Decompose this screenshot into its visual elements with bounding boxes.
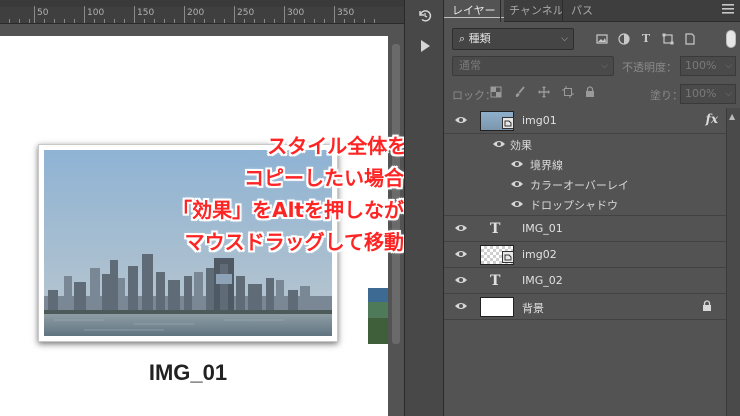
ruler-number: 150 bbox=[137, 8, 155, 18]
ruler-number: 250 bbox=[237, 8, 255, 18]
filter-kind-label: 種類 bbox=[468, 32, 491, 45]
img02-photo-partial[interactable] bbox=[368, 288, 388, 344]
chevron-down-icon: ⌵ bbox=[725, 61, 732, 71]
lock-icon bbox=[702, 300, 712, 312]
ruler-number: 200 bbox=[187, 8, 205, 18]
tab-layers[interactable]: レイヤー bbox=[444, 0, 504, 23]
layer-name[interactable]: IMG_01 bbox=[522, 222, 563, 235]
effect-label[interactable]: 境界線 bbox=[530, 157, 563, 173]
layer-row-img02[interactable]: img02 bbox=[444, 242, 726, 268]
effects-header-row[interactable]: 効果 bbox=[444, 134, 726, 154]
search-icon: ⌕ bbox=[459, 32, 466, 45]
layer-name[interactable]: img01 bbox=[522, 114, 557, 127]
filter-kind-select[interactable]: ⌕ 種類 ⌵ bbox=[452, 28, 574, 50]
fill-input[interactable]: 100% ⌵ bbox=[680, 84, 736, 104]
smart-object-icon bbox=[498, 245, 514, 265]
annotation-line: 「効果」をAltを押しながら bbox=[172, 198, 424, 222]
blend-row: 通常 ⌵ 不透明度： 100% ⌵ bbox=[444, 56, 740, 78]
document-tab-bar[interactable] bbox=[0, 0, 404, 7]
annotation-line: コピーしたい場合は bbox=[244, 166, 424, 190]
text-layer-icon: T bbox=[490, 273, 501, 289]
type-filter-icon[interactable]: T bbox=[640, 33, 652, 45]
panel-tool-strip bbox=[404, 0, 444, 416]
annotation-line: スタイル全体を→ bbox=[267, 134, 424, 158]
opacity-label: 不透明度： bbox=[622, 61, 677, 74]
scroll-up-icon[interactable]: ▲ bbox=[729, 112, 735, 121]
layer-thumbnail bbox=[480, 297, 514, 317]
fill-value: 100% bbox=[685, 87, 717, 100]
eye-icon[interactable] bbox=[510, 199, 524, 209]
lock-transparency-icon[interactable] bbox=[490, 86, 502, 100]
fill-label: 塗り： bbox=[650, 89, 683, 102]
horizontal-ruler[interactable]: 50 100 150 200 250 300 350 bbox=[0, 6, 404, 24]
eye-icon[interactable] bbox=[510, 179, 524, 189]
layers-panel: レイヤー チャンネル パス ⌕ 種類 ⌵ T 通常 ⌵ 不透明度： 100% ⌵… bbox=[444, 0, 740, 416]
smart-object-icon bbox=[498, 111, 514, 131]
lock-row: ロック： 塗り： 100% ⌵ bbox=[444, 84, 740, 104]
ruler-number: 100 bbox=[87, 8, 105, 18]
lock-position-move-icon[interactable] bbox=[538, 86, 550, 100]
chevron-down-icon: ⌵ bbox=[561, 34, 568, 44]
layer-name[interactable]: img02 bbox=[522, 248, 557, 261]
tutorial-annotation: スタイル全体を→ コピーしたい場合は 「効果」をAltを押しながら マウスドラッ… bbox=[172, 130, 424, 258]
eye-icon[interactable] bbox=[454, 275, 468, 285]
fx-icon[interactable]: fx bbox=[706, 112, 718, 126]
layer-row-background[interactable]: 背景 bbox=[444, 294, 726, 320]
shape-filter-icon[interactable] bbox=[662, 33, 674, 45]
lock-pixels-brush-icon[interactable] bbox=[514, 86, 526, 100]
effect-label[interactable]: ドロップシャドウ bbox=[530, 197, 618, 213]
effects-label[interactable]: 効果 bbox=[510, 137, 532, 153]
layer-name[interactable]: 背景 bbox=[522, 300, 544, 316]
effect-row-drop-shadow[interactable]: ドロップシャドウ bbox=[444, 194, 726, 216]
eye-icon[interactable] bbox=[492, 139, 506, 149]
text-layer-icon: T bbox=[490, 221, 501, 237]
layer-filter-row: ⌕ 種類 ⌵ T bbox=[444, 24, 740, 54]
eye-icon[interactable] bbox=[454, 223, 468, 233]
opacity-value: 100% bbox=[685, 59, 717, 72]
layer-row-img-02-text[interactable]: T IMG_02 bbox=[444, 268, 726, 294]
eye-icon[interactable] bbox=[510, 159, 524, 169]
opacity-input[interactable]: 100% ⌵ bbox=[680, 56, 736, 76]
img-01-caption[interactable]: IMG_01 bbox=[88, 360, 288, 386]
ruler-number: 50 bbox=[37, 8, 49, 18]
chevron-down-icon: ⌵ bbox=[725, 89, 732, 99]
ruler-number: 300 bbox=[287, 8, 305, 18]
smart-object-filter-icon[interactable] bbox=[684, 33, 696, 45]
lock-all-icon[interactable] bbox=[584, 86, 596, 100]
effect-row-stroke[interactable]: 境界線 bbox=[444, 154, 726, 174]
adjustment-filter-icon[interactable] bbox=[618, 33, 630, 45]
layer-name[interactable]: IMG_02 bbox=[522, 274, 563, 287]
history-icon[interactable] bbox=[415, 6, 435, 26]
tab-paths[interactable]: パス bbox=[562, 0, 601, 22]
layer-row-img01[interactable]: img01 fx bbox=[444, 108, 726, 134]
blend-mode-select[interactable]: 通常 ⌵ bbox=[452, 56, 614, 76]
tab-channels[interactable]: チャンネル bbox=[500, 0, 572, 22]
layers-list: img01 fx 効果 境界線 カラーオーバーレイ ドロップシャドウ T IMG… bbox=[444, 108, 726, 320]
layer-row-img-01-text[interactable]: T IMG_01 bbox=[444, 216, 726, 242]
effect-label[interactable]: カラーオーバーレイ bbox=[530, 177, 629, 193]
eye-icon[interactable] bbox=[454, 249, 468, 259]
eye-icon[interactable] bbox=[454, 301, 468, 311]
panel-tab-bar: レイヤー チャンネル パス bbox=[444, 0, 740, 23]
annotation-line: マウスドラッグして移動！ bbox=[184, 230, 424, 254]
filter-toggle-switch[interactable] bbox=[726, 30, 736, 48]
ruler-number: 350 bbox=[337, 8, 355, 18]
play-icon[interactable] bbox=[415, 36, 435, 56]
pixel-filter-icon[interactable] bbox=[596, 33, 608, 45]
panel-menu-icon[interactable] bbox=[722, 4, 734, 18]
layers-scrollbar[interactable]: ▲ bbox=[726, 108, 740, 416]
effect-row-color-overlay[interactable]: カラーオーバーレイ bbox=[444, 174, 726, 194]
chevron-down-icon: ⌵ bbox=[601, 61, 608, 71]
lock-artboard-icon[interactable] bbox=[562, 86, 574, 100]
eye-icon[interactable] bbox=[454, 115, 468, 125]
blend-mode-value: 通常 bbox=[459, 59, 481, 72]
